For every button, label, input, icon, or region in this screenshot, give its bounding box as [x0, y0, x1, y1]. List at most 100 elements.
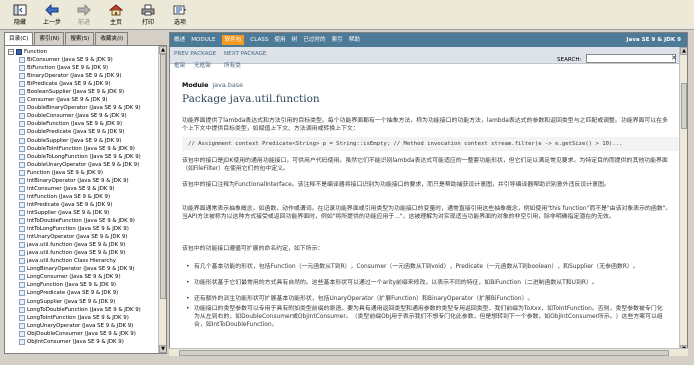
next-package-link[interactable]: NEXT PACKAGE [224, 51, 266, 57]
nav-use[interactable]: 使用 [274, 33, 285, 47]
tree-item[interactable]: ObjIntConsumer (Java SE 9 & JDK 9) [19, 338, 124, 346]
content-scrollbar[interactable]: ▲ ▼ [679, 47, 687, 353]
tree-item[interactable]: IntBinaryOperator (Java SE 9 & JDK 9) [19, 177, 129, 185]
tree-item[interactable]: BiConsumer (Java SE 9 & JDK 9) [19, 56, 113, 64]
nav-help[interactable]: 帮助 [349, 33, 360, 47]
tree-root[interactable]: − Function [8, 48, 47, 56]
print-button[interactable]: 打印 [134, 0, 162, 28]
tree-item[interactable]: DoubleToIntFunction (Java SE 9 & JDK 9) [19, 145, 135, 153]
tree-item-label: IntToLongFunction (Java SE 9 & JDK 9) [27, 226, 129, 233]
scroll-up-icon[interactable]: ▲ [159, 46, 166, 54]
horizontal-scrollbar[interactable] [169, 348, 688, 356]
tree-item-label: DoublePredicate (Java SE 9 & JDK 9) [27, 129, 125, 136]
tree-item[interactable]: BiPredicate (Java SE 9 & JDK 9) [19, 80, 110, 88]
nav-package: 软件包 [221, 35, 245, 45]
prev-package-link[interactable]: PREV PACKAGE [174, 51, 216, 57]
print-label: 打印 [141, 19, 154, 26]
module-link[interactable]: java.base [212, 81, 243, 89]
page-icon [19, 81, 25, 88]
tree-item-label: IntBinaryOperator (Java SE 9 & JDK 9) [27, 177, 129, 184]
tree-item-label: DoubleBinaryOperator (Java SE 9 & JDK 9) [27, 105, 141, 112]
tree-item[interactable]: BooleanSupplier (Java SE 9 & JDK 9) [19, 88, 124, 96]
clear-search-icon[interactable]: ✕ [671, 54, 677, 63]
tree-item[interactable]: LongToDoubleFunction (Java SE 9 & JDK 9) [19, 306, 141, 314]
forward-button[interactable]: 前进 [70, 0, 98, 28]
tree-item-label: DoubleUnaryOperator (Java SE 9 & JDK 9) [27, 161, 140, 168]
list-item: • 功能形状基于它们最常用的方式具有自然的。这些基本形状可以通过一个arity前缀… [186, 280, 598, 286]
page-icon [19, 274, 25, 281]
tree-item[interactable]: BinaryOperator (Java SE 9 & JDK 9) [19, 72, 122, 80]
page-icon [19, 57, 25, 63]
tree-item[interactable]: IntFunction (Java SE 9 & JDK 9) [19, 193, 110, 201]
page-icon [19, 113, 25, 120]
api-title: Java SE 9 & JDK 9 [626, 37, 681, 43]
tree-item[interactable]: DoublePredicate (Java SE 9 & JDK 9) [19, 128, 124, 136]
hide-icon [13, 3, 27, 16]
nav-module[interactable]: MODULE [191, 33, 215, 47]
tree-item[interactable]: Function (Java SE 9 & JDK 9) [19, 169, 103, 177]
tree-item[interactable]: DoubleToLongFunction (Java SE 9 & JDK 9) [19, 153, 141, 161]
paragraph-4: 功能界面通常表示抽象概念，如函数，动作或谓词。在记录功能界面或引用类型为功能接口… [182, 206, 672, 220]
tree-item[interactable]: DoubleSupplier (Java SE 9 & JDK 9) [19, 137, 121, 145]
search-input[interactable] [586, 54, 676, 63]
tree-item[interactable]: ObjDoubleConsumer (Java SE 9 & JDK 9) [19, 330, 136, 338]
nav-index[interactable]: 索引 [332, 33, 343, 47]
help-window: 隐藏 上一步 前进 主页 打印 选项 目录(C) 索引(N) 搜索(S) 收藏夹… [0, 0, 694, 365]
tree-item[interactable]: DoubleConsumer (Java SE 9 & JDK 9) [19, 112, 127, 120]
paragraph-2: 该包中的接口是JDK使用的通用功能接口，可供用户代码使用。虽然它们不能识别lam… [182, 158, 668, 172]
home-label: 主页 [109, 19, 122, 26]
page-icon [19, 314, 25, 321]
content-scroll-thumb[interactable] [681, 83, 687, 129]
tree-item[interactable]: Consumer (Java SE 9 & JDK 9) [19, 96, 108, 104]
tree-item-label: BiPredicate (Java SE 9 & JDK 9) [27, 81, 111, 88]
tree-item[interactable]: IntUnaryOperator (Java SE 9 & JDK 9) [19, 233, 127, 241]
tree-item[interactable]: java.util.function Class Hierarchy [19, 257, 116, 265]
tab-index[interactable]: 索引(N) [34, 32, 65, 45]
tree-scrollbar[interactable]: ▲ ▼ [158, 46, 166, 353]
tree-item-label: IntUnaryOperator (Java SE 9 & JDK 9) [27, 234, 128, 241]
options-button[interactable]: 选项 [166, 0, 194, 28]
tree-item[interactable]: LongConsumer (Java SE 9 & JDK 9) [19, 273, 121, 281]
tree-item[interactable]: IntPredicate (Java SE 9 & JDK 9) [19, 201, 112, 209]
tree-item[interactable]: java.util.function (Java SE 9 & JDK 9) [19, 249, 125, 257]
nav-deprecated[interactable]: 已过时的 [303, 33, 325, 47]
page-icon [19, 145, 25, 152]
tree-item[interactable]: LongBinaryOperator (Java SE 9 & JDK 9) [19, 265, 135, 273]
tree-item[interactable]: BiFunction (Java SE 9 & JDK 9) [19, 64, 108, 72]
tree-item[interactable]: IntToDoubleFunction (Java SE 9 & JDK 9) [19, 217, 135, 225]
tree-item-label: BiConsumer (Java SE 9 & JDK 9) [27, 57, 113, 63]
nav-tree[interactable]: 树 [292, 33, 298, 47]
nav-class[interactable]: CLASS [250, 33, 268, 47]
tab-favorites[interactable]: 收藏夹(I) [95, 32, 129, 45]
home-button[interactable]: 主页 [102, 0, 130, 28]
tree-item[interactable]: LongUnaryOperator (Java SE 9 & JDK 9) [19, 322, 133, 330]
back-button[interactable]: 上一步 [38, 0, 66, 28]
tab-contents[interactable]: 目录(C) [4, 32, 34, 45]
tree-item-label: Function [24, 49, 47, 55]
page-icon [19, 65, 25, 72]
hide-button[interactable]: 隐藏 [6, 0, 34, 28]
tab-search[interactable]: 搜索(S) [65, 32, 95, 45]
forward-label: 前进 [77, 19, 90, 26]
tree-item-label: LongSupplier (Java SE 9 & JDK 9) [27, 298, 116, 305]
tree-item[interactable]: LongPredicate (Java SE 9 & JDK 9) [19, 289, 118, 297]
scroll-down-icon[interactable]: ▼ [159, 345, 166, 353]
page-icon [19, 282, 25, 289]
tree-item[interactable]: IntConsumer (Java SE 9 & JDK 9) [19, 185, 115, 193]
tree-item[interactable]: IntSupplier (Java SE 9 & JDK 9) [19, 209, 109, 217]
tree-item[interactable]: DoubleUnaryOperator (Java SE 9 & JDK 9) [19, 161, 139, 169]
tree-item[interactable]: DoubleFunction (Java SE 9 & JDK 9) [19, 120, 122, 128]
tree-item[interactable]: LongFunction (Java SE 9 & JDK 9) [19, 281, 116, 289]
tree-item[interactable]: DoubleBinaryOperator (Java SE 9 & JDK 9) [19, 104, 141, 112]
page-icon [19, 137, 25, 144]
tree-item[interactable]: java.util.function (Java SE 9 & JDK 9) [19, 241, 125, 249]
hide-label: 隐藏 [13, 19, 26, 26]
tree-scroll-thumb[interactable] [160, 54, 166, 299]
tree-item[interactable]: LongSupplier (Java SE 9 & JDK 9) [19, 298, 115, 306]
tree-item[interactable]: LongToIntFunction (Java SE 9 & JDK 9) [19, 314, 129, 322]
expand-toggle-icon[interactable]: − [8, 49, 14, 55]
tree-item[interactable]: IntToLongFunction (Java SE 9 & JDK 9) [19, 225, 129, 233]
nav-overview[interactable]: 概述 [174, 33, 185, 47]
scroll-up-icon[interactable]: ▲ [680, 47, 687, 55]
tree-item-label: LongUnaryOperator (Java SE 9 & JDK 9) [27, 322, 134, 329]
